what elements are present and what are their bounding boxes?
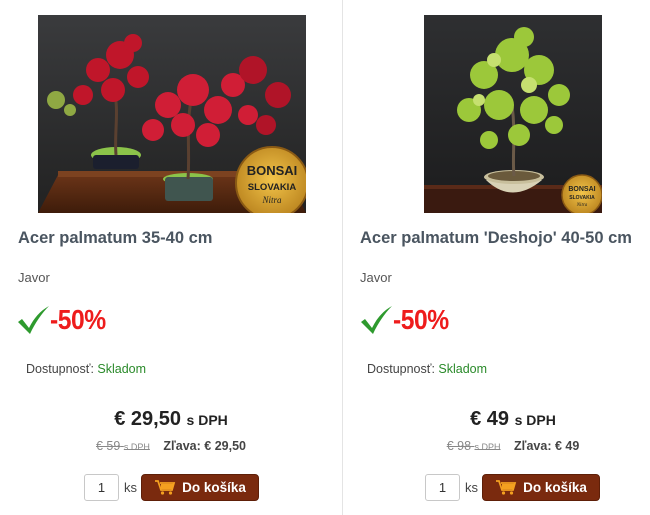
price-details: € 98 s DPH Zľava: € 49 [343, 439, 650, 453]
price-value: € 29,50 [114, 408, 181, 430]
check-icon [361, 306, 392, 334]
product-image[interactable]: BONSAI SLOVAKIA Nitra [424, 15, 602, 213]
product-name[interactable]: Acer palmatum 35-40 cm [18, 229, 212, 248]
badge-line3: Nitra [261, 195, 282, 205]
product-subname: Javor [360, 270, 392, 285]
quantity-unit: ks [124, 480, 137, 495]
availability: Dostupnosť: Skladom [26, 362, 146, 376]
add-to-cart-button[interactable]: Do košíka [482, 474, 600, 501]
old-price-unit: s DPH [474, 442, 501, 452]
quantity-input[interactable] [425, 474, 460, 501]
price-unit: s DPH [186, 412, 228, 428]
old-price-value: € 98 [446, 439, 472, 453]
badge-line3: Nitra [576, 203, 588, 208]
product-grid: BONSAI SLOVAKIA Nitra Acer palmatum 35-4… [0, 0, 650, 515]
availability-value: Skladom [97, 362, 147, 376]
add-to-cart-label: Do košíka [182, 480, 246, 495]
quantity-unit: ks [465, 480, 478, 495]
bonsai-photo-red-maples: BONSAI SLOVAKIA Nitra [38, 15, 306, 213]
discount-label: -50% [16, 300, 113, 340]
product-card: BONSAI SLOVAKIA Nitra Acer palmatum 'Des… [342, 0, 650, 515]
bonsai-photo-green-maple: BONSAI SLOVAKIA Nitra [424, 15, 602, 213]
availability-label: Dostupnosť: [367, 362, 435, 376]
price: € 29,50 s DPH [0, 408, 342, 431]
discount-percent: -50% [393, 304, 449, 335]
badge-line1: BONSAI [568, 186, 595, 193]
availability: Dostupnosť: Skladom [367, 362, 487, 376]
add-to-cart-label: Do košíka [523, 480, 587, 495]
add-to-cart-button[interactable]: Do košíka [141, 474, 259, 501]
savings: Zľava: € 29,50 [163, 439, 246, 453]
quantity-input[interactable] [84, 474, 119, 501]
price: € 49 s DPH [343, 408, 650, 431]
badge-line2: SLOVAKIA [569, 195, 595, 201]
product-name[interactable]: Acer palmatum 'Deshojo' 40-50 cm [360, 229, 632, 248]
product-card: BONSAI SLOVAKIA Nitra Acer palmatum 35-4… [0, 0, 342, 515]
product-subname: Javor [18, 270, 50, 285]
savings: Zľava: € 49 [514, 439, 580, 453]
product-image[interactable]: BONSAI SLOVAKIA Nitra [38, 15, 306, 213]
add-to-cart-form: ks Do košíka [425, 474, 600, 501]
discount-label: -50% [359, 300, 456, 340]
check-icon [18, 306, 49, 334]
availability-label: Dostupnosť: [26, 362, 94, 376]
price-value: € 49 [470, 408, 510, 430]
discount-percent: -50% [50, 304, 106, 335]
old-price: € 59 s DPH [96, 439, 150, 453]
badge-line1: BONSAI [247, 163, 298, 178]
old-price-value: € 59 [96, 439, 121, 453]
availability-value: Skladom [438, 362, 488, 376]
badge-line2: SLOVAKIA [248, 182, 297, 193]
price-unit: s DPH [514, 412, 556, 428]
add-to-cart-form: ks Do košíka [84, 474, 259, 501]
price-details: € 59 s DPH Zľava: € 29,50 [0, 439, 342, 453]
old-price-unit: s DPH [123, 442, 150, 452]
cart-icon [496, 480, 517, 495]
cart-icon [155, 480, 176, 495]
old-price: € 98 s DPH [447, 439, 501, 453]
